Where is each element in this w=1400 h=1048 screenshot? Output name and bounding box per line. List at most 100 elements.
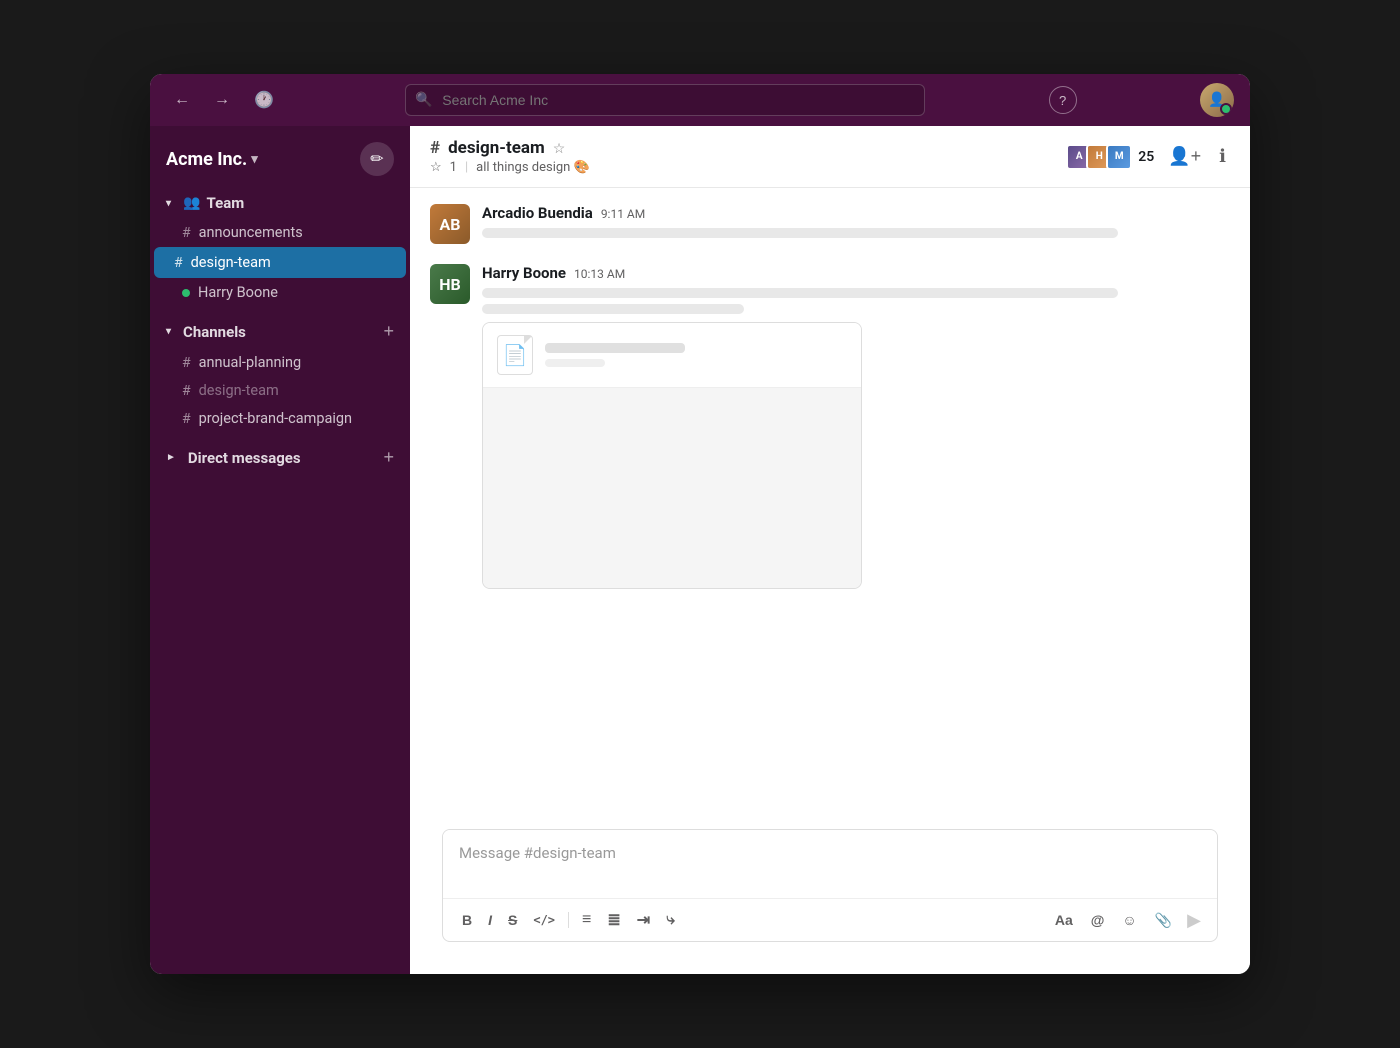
message-avatar-2: HB [430, 264, 470, 304]
sidebar-item-label: design-team [191, 254, 271, 271]
sidebar-item-design-team-ch[interactable]: # design-team [158, 377, 402, 404]
channel-meta: ☆ 1 | all things design 🎨 [430, 160, 1054, 175]
workspace-name-label: Acme Inc. [166, 149, 247, 170]
channel-title: # design-team ☆ [430, 138, 1054, 158]
team-section-header[interactable]: ▾ 👥 Team [150, 188, 410, 218]
strikethrough-button[interactable]: S [501, 907, 524, 933]
info-button[interactable]: ℹ [1215, 142, 1230, 171]
toolbar-right: Aa @ ☺ 📎 ▶ [1048, 906, 1205, 935]
hash-icon: # [174, 255, 183, 271]
input-wrapper: B I S </> ≡ ≣ ⇥ ⤷ Aa @ ☺ 📎 [410, 829, 1250, 974]
sidebar-item-label: annual-planning [199, 354, 302, 371]
file-size-placeholder [545, 359, 605, 367]
sidebar-item-harry-boone[interactable]: Harry Boone [158, 279, 402, 306]
hash-icon: # [182, 383, 191, 399]
main-layout: Acme Inc. ▾ ✏ ▾ 👥 Team # announcements [150, 126, 1250, 974]
add-member-button[interactable]: 👤+ [1164, 142, 1205, 171]
star-button[interactable]: ☆ [553, 140, 566, 157]
sidebar-item-announcements[interactable]: # announcements [158, 219, 402, 246]
search-bar: 🔍 [405, 84, 925, 116]
reminder-icon: ☆ [430, 160, 442, 175]
indent-button[interactable]: ⇥ [630, 905, 657, 935]
message-time-2: 10:13 AM [574, 267, 625, 281]
message-line-2b [482, 304, 744, 314]
message-content-2: Harry Boone 10:13 AM 📄 [482, 264, 1230, 589]
format-button[interactable]: ⤷ [659, 906, 682, 934]
online-status-icon [182, 289, 190, 297]
search-input[interactable] [405, 84, 925, 116]
avatar-image: M [1108, 146, 1130, 168]
bold-button[interactable]: B [455, 907, 479, 933]
code-button[interactable]: </> [526, 908, 562, 932]
emoji-button[interactable]: ☺ [1115, 907, 1143, 933]
message-1: AB Arcadio Buendia 9:11 AM [430, 204, 1230, 244]
chat-area: # design-team ☆ ☆ 1 | all things design … [410, 126, 1250, 974]
pdf-icon-symbol: 📄 [503, 343, 528, 367]
message-avatar-1: AB [430, 204, 470, 244]
channels-label: Channels [183, 323, 246, 341]
file-attachment[interactable]: 📄 [482, 322, 862, 589]
history-button[interactable]: 🕐 [246, 86, 282, 114]
back-button[interactable]: ← [166, 87, 198, 113]
toolbar-separator-1 [568, 912, 569, 928]
file-header: 📄 [483, 323, 861, 388]
member-avatars[interactable]: A H M 25 [1066, 144, 1154, 170]
channel-hash: # [430, 138, 440, 158]
hash-icon: # [182, 355, 191, 371]
channels-section-header[interactable]: ▾ Channels + [150, 315, 410, 348]
workspace-chevron: ▾ [251, 152, 258, 167]
sidebar-item-label: project-brand-campaign [199, 410, 352, 427]
mention-button[interactable]: @ [1084, 907, 1112, 933]
channel-title-wrap: # design-team ☆ ☆ 1 | all things design … [430, 138, 1054, 175]
message-content-1: Arcadio Buendia 9:11 AM [482, 204, 1230, 244]
dm-label: Direct messages [188, 449, 301, 467]
file-preview [483, 388, 861, 588]
reminder-count: 1 [450, 160, 457, 175]
team-icon: 👥 [183, 195, 200, 211]
italic-button[interactable]: I [481, 907, 499, 933]
add-channel-button[interactable]: + [383, 321, 394, 342]
dm-section-header[interactable]: ► Direct messages + [150, 441, 410, 474]
workspace-name[interactable]: Acme Inc. ▾ [166, 149, 258, 170]
help-button[interactable]: ? [1049, 86, 1077, 114]
dm-header-left: ► Direct messages [166, 449, 301, 467]
avatar-image: 👤 [1200, 83, 1234, 117]
message-time-1: 9:11 AM [601, 207, 645, 221]
hash-icon: # [182, 225, 191, 241]
app-window: ← → 🕐 🔍 ? 👤 Acme Inc. ▾ ✏ [150, 74, 1250, 974]
cursor-hand-icon: ☞ [408, 250, 410, 275]
file-name-placeholder [545, 343, 685, 353]
message-header-1: Arcadio Buendia 9:11 AM [482, 204, 1230, 222]
sidebar-item-annual-planning[interactable]: # annual-planning [158, 349, 402, 376]
sidebar-item-design-team[interactable]: # design-team ☞ [154, 247, 406, 278]
ordered-list-button[interactable]: ≡ [575, 906, 598, 934]
user-avatar[interactable]: 👤 [1200, 83, 1234, 117]
unordered-list-button[interactable]: ≣ [600, 905, 627, 935]
message-author-2: Harry Boone [482, 264, 566, 282]
message-header-2: Harry Boone 10:13 AM [482, 264, 1230, 282]
dm-section: ► Direct messages + [150, 437, 410, 478]
font-size-button[interactable]: Aa [1048, 907, 1080, 933]
send-button[interactable]: ▶ [1183, 906, 1205, 935]
message-input-area: B I S </> ≡ ≣ ⇥ ⤷ Aa @ ☺ 📎 [442, 829, 1218, 942]
team-section: ▾ 👥 Team # announcements # design-team ☞ [150, 184, 410, 311]
channel-description: all things design 🎨 [476, 160, 590, 175]
channel-header: # design-team ☆ ☆ 1 | all things design … [410, 126, 1250, 188]
compose-button[interactable]: ✏ [360, 142, 394, 176]
message-input[interactable] [443, 830, 1217, 894]
message-toolbar: B I S </> ≡ ≣ ⇥ ⤷ Aa @ ☺ 📎 [443, 898, 1217, 941]
channels-toggle: ▾ [166, 326, 171, 337]
workspace-header: Acme Inc. ▾ ✏ [150, 126, 410, 184]
meta-divider: | [465, 160, 468, 175]
pdf-corner [524, 336, 532, 344]
sidebar-item-project-brand[interactable]: # project-brand-campaign [158, 405, 402, 432]
attachment-button[interactable]: 📎 [1148, 907, 1179, 934]
messages-list: AB Arcadio Buendia 9:11 AM HB [410, 188, 1250, 829]
sidebar: Acme Inc. ▾ ✏ ▾ 👥 Team # announcements [150, 126, 410, 974]
sidebar-item-label: announcements [199, 224, 303, 241]
add-dm-button[interactable]: + [383, 447, 394, 468]
message-line-2a [482, 288, 1118, 298]
forward-button[interactable]: → [206, 87, 238, 113]
channels-header-left: ▾ Channels [166, 323, 246, 341]
message-author-1: Arcadio Buendia [482, 204, 593, 222]
